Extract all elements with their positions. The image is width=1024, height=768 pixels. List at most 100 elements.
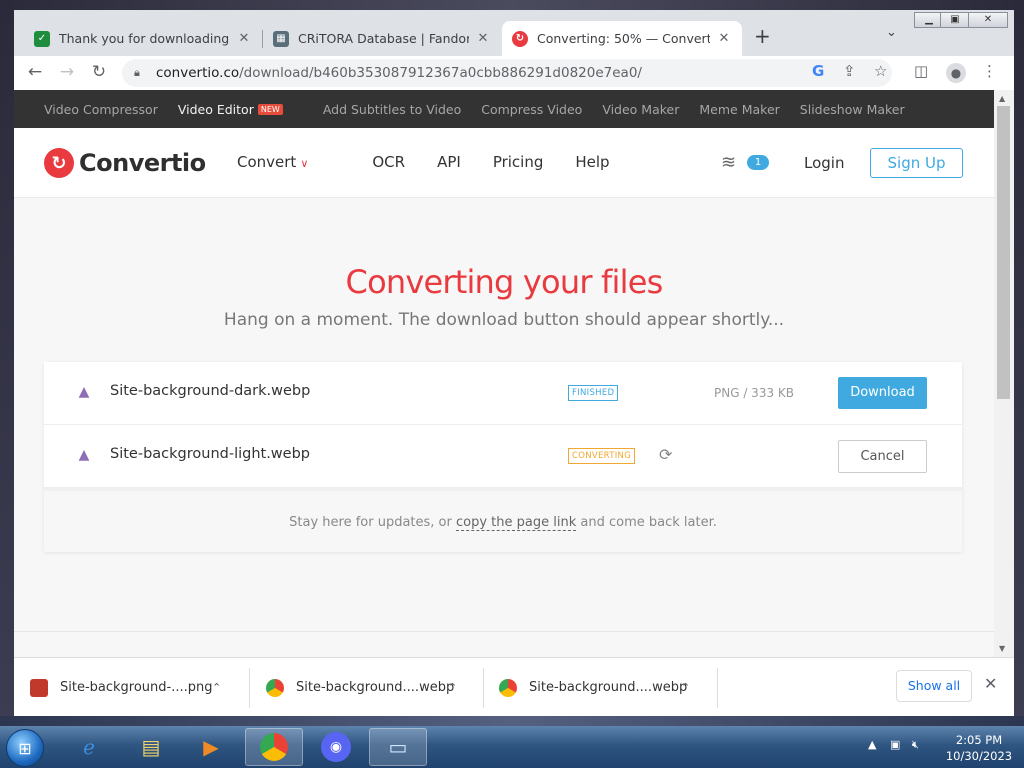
download-item[interactable]: Site-background....webp ⌃ [499, 658, 690, 716]
topnav-meme-maker[interactable]: Meme Maker [699, 102, 779, 117]
bookmark-star-icon[interactable]: ☆ [874, 62, 887, 80]
close-window-icon[interactable]: ✕ [968, 12, 1008, 28]
tab-fandom[interactable]: ▦ CRiTORA Database | Fandom ✕ [263, 21, 501, 56]
image-file-icon: ▲ [78, 447, 90, 463]
nav-pricing[interactable]: Pricing [493, 153, 544, 171]
sign-up-button[interactable]: Sign Up [870, 148, 963, 178]
tab-title: Thank you for downloading Wina [59, 31, 230, 46]
reload-icon[interactable]: ↻ [87, 62, 111, 82]
google-lens-icon[interactable]: G [812, 62, 824, 80]
file-name: Site-background-light.webp [110, 446, 310, 462]
login-link[interactable]: Login [804, 154, 844, 172]
clock-time: 2:05 PM [955, 733, 1003, 747]
download-name: Site-background-....png [60, 680, 213, 695]
main-nav: Convert ∨ OCR API Pricing Help [237, 153, 642, 171]
image-file-icon: ▲ [78, 384, 90, 400]
browser-window: ✓ Thank you for downloading Wina ✕ ▦ CRi… [14, 10, 1014, 716]
chrome-icon [266, 678, 284, 697]
show-all-button[interactable]: Show all [896, 670, 972, 702]
page-subtitle: Hang on a moment. The download button sh… [223, 310, 785, 330]
scroll-up-icon[interactable]: ▲ [999, 94, 1005, 103]
network-icon[interactable]: ▣ [890, 738, 900, 751]
nav-api[interactable]: API [437, 153, 461, 171]
topnav-slideshow-maker[interactable]: Slideshow Maker [800, 102, 905, 117]
top-nav-bar: Video Compressor Video Editor NEW Add Sub… [14, 90, 994, 128]
new-tab-icon[interactable]: + [754, 24, 771, 48]
tab-title: CRiTORA Database | Fandom [298, 31, 469, 46]
windows-start-icon[interactable]: ⊞ [6, 729, 44, 767]
profile-avatar-icon[interactable]: ● [946, 63, 966, 83]
kebab-menu-icon[interactable]: ⋮ [982, 62, 997, 80]
nav-help[interactable]: Help [575, 153, 609, 171]
topnav-video-maker[interactable]: Video Maker [602, 102, 679, 117]
internet-explorer-icon[interactable]: ℯ [60, 728, 118, 766]
new-badge: NEW [257, 103, 283, 115]
taskbar: ⊞ ℯ ▤ ▶ ◉ ▭ ▲ ▣ 🔇︎ 2:05 PM 10/30/2023 [0, 726, 1024, 768]
url-text: convertio.co/download/b460b353087912367a… [156, 65, 642, 81]
brand-name: Convertio [79, 149, 206, 177]
chevron-up-icon[interactable]: ⌃ [212, 681, 221, 694]
chevron-down-icon: ∨ [300, 157, 309, 170]
shelf-separator [249, 668, 250, 708]
address-bar[interactable]: 🔒︎ convertio.co/download/b460b3530879123… [122, 59, 892, 87]
file-row: ▲ Site-background-dark.webp FINISHED PNG… [44, 362, 962, 425]
forward-arrow-icon[interactable]: → [55, 62, 79, 82]
download-item[interactable]: Site-background....webp ⌃ [266, 658, 457, 716]
topnav-label: Video Editor [177, 101, 254, 117]
download-item[interactable]: Site-background-....png ⌃ [30, 658, 221, 716]
cancel-button[interactable]: Cancel [838, 440, 927, 473]
file-row: ▲ Site-background-light.webp CONVERTING … [44, 425, 962, 488]
topnav-add-subtitles[interactable]: Add Subtitles to Video [323, 102, 461, 117]
close-icon[interactable]: ✕ [236, 31, 252, 46]
chevron-up-icon[interactable]: ⌃ [448, 681, 457, 694]
media-player-icon[interactable]: ▶ [182, 728, 240, 766]
download-name: Site-background....webp [296, 680, 455, 695]
downloads-shelf: Site-background-....png ⌃ Site-backgroun… [14, 657, 1014, 716]
close-icon[interactable]: ✕ [716, 31, 732, 46]
lock-icon: 🔒︎ [134, 66, 140, 79]
topnav-compress-video[interactable]: Compress Video [481, 102, 582, 117]
topnav-video-compressor[interactable]: Video Compressor [44, 102, 158, 117]
desktop-background [1014, 0, 1024, 726]
scrollbar-thumb[interactable] [997, 106, 1010, 399]
layers-icon[interactable]: ≋ [721, 152, 736, 173]
layers-count-badge: 1 [747, 155, 769, 170]
status-badge: CONVERTING [568, 448, 636, 464]
chrome-icon [499, 678, 517, 697]
chrome-icon[interactable] [245, 728, 303, 766]
download-name: Site-background....webp [529, 680, 688, 695]
close-icon[interactable]: ✕ [984, 674, 997, 693]
note-text: Stay here for updates, or [289, 515, 456, 530]
remote-desktop-icon[interactable]: ▭ [369, 728, 427, 766]
tab-convertio[interactable]: ↻ Converting: 50% — Convertio ✕ [502, 21, 742, 56]
download-button[interactable]: Download [838, 377, 927, 409]
section-divider [14, 631, 994, 632]
file-name: Site-background-dark.webp [110, 383, 311, 399]
nav-ocr[interactable]: OCR [372, 153, 405, 171]
close-icon[interactable]: ✕ [475, 31, 491, 46]
tab-winrar[interactable]: ✓ Thank you for downloading Wina ✕ [24, 21, 262, 56]
show-hidden-icons-icon[interactable]: ▲ [868, 738, 876, 751]
share-icon[interactable]: ⇪ [843, 62, 856, 80]
site-header: ↻ Convertio Convert ∨ OCR API Pricing Hel… [14, 128, 994, 198]
nav-convert[interactable]: Convert ∨ [237, 153, 340, 171]
side-panel-icon[interactable]: ◫ [914, 62, 928, 80]
clock-date: 10/30/2023 [945, 749, 1013, 763]
convertio-logo[interactable]: ↻ Convertio [44, 148, 206, 178]
page-scrollbar[interactable]: ▲ ▼ [994, 90, 1014, 657]
maximize-icon[interactable]: ▣ [940, 12, 970, 28]
clock[interactable]: 2:05 PM 10/30/2023 [944, 732, 1014, 764]
topnav-video-editor[interactable]: Video Editor NEW [178, 102, 303, 117]
scroll-down-icon[interactable]: ▼ [999, 644, 1005, 653]
volume-muted-icon[interactable]: 🔇︎ [912, 738, 919, 751]
status-badge: FINISHED [568, 385, 619, 401]
page-title: Converting your files [345, 263, 664, 301]
discord-icon[interactable]: ◉ [307, 728, 365, 766]
green-file-icon: ✓ [34, 30, 50, 47]
tab-title: Converting: 50% — Convertio [537, 31, 710, 46]
copy-page-link[interactable]: copy the page link [456, 515, 577, 531]
chevron-up-icon[interactable]: ⌃ [681, 681, 690, 694]
chevron-down-icon[interactable]: ⌄ [886, 25, 897, 40]
folder-icon[interactable]: ▤ [122, 728, 180, 766]
back-arrow-icon[interactable]: ← [23, 62, 47, 82]
